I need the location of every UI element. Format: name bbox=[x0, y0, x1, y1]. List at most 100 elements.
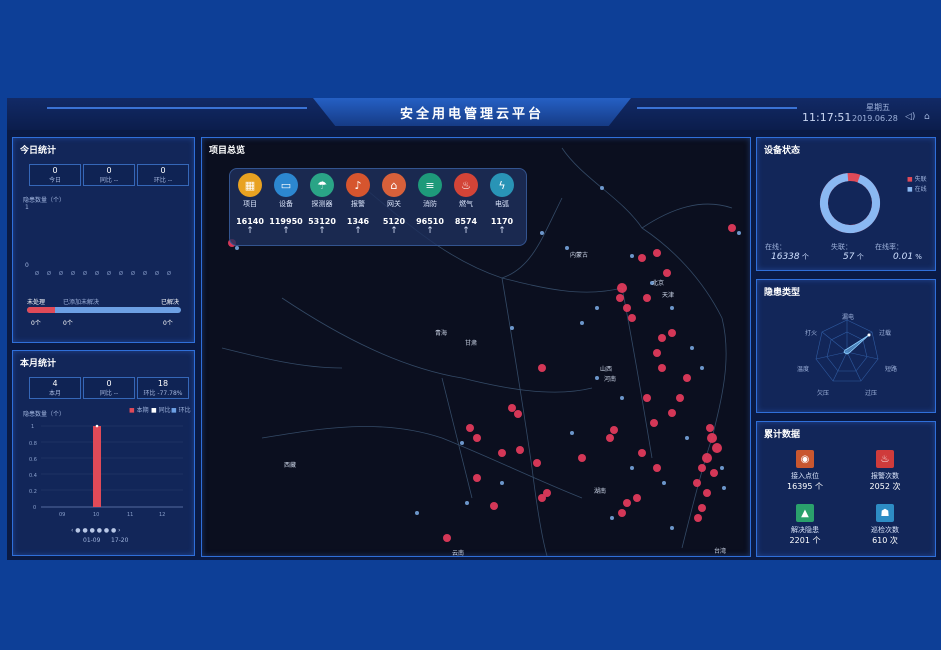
overview-item-gateway[interactable]: ⌂ 网关 5120 ↑ bbox=[376, 173, 412, 236]
month-pager[interactable]: ‹ ● ● ● ● ● ● › bbox=[71, 527, 121, 534]
svg-text:Ø: Ø bbox=[59, 270, 63, 277]
svg-text:Ø: Ø bbox=[107, 270, 111, 277]
count-mid: 0个 bbox=[63, 320, 73, 327]
project-icon: ▦ bbox=[238, 173, 262, 197]
date: 2019.06.28 bbox=[852, 114, 898, 123]
cumulative-item-inspections: ☗ 巡检次数 610 次 bbox=[863, 504, 907, 546]
radar-axis-temperature: 温度 bbox=[797, 366, 810, 373]
radar-point bbox=[867, 333, 871, 337]
svg-text:Ø: Ø bbox=[143, 270, 147, 277]
today-stat-mom: 0 环比 -- bbox=[137, 164, 189, 186]
cumulative-item-access: ◉ 接入点位 16395 个 bbox=[783, 450, 827, 492]
svg-text:Ø: Ø bbox=[155, 270, 159, 277]
overview-item-fire[interactable]: ≡ 消防 96510 ↑ bbox=[412, 173, 448, 236]
svg-text:0.6: 0.6 bbox=[29, 457, 37, 463]
map-label-beijing: 北京 bbox=[652, 280, 665, 287]
radar-series bbox=[843, 334, 870, 355]
status-progress-fill bbox=[27, 307, 55, 313]
radar-axis-overvoltage: 过压 bbox=[865, 390, 878, 397]
status-progress-bar bbox=[27, 307, 181, 313]
overview-title: 项目总览 bbox=[209, 146, 246, 156]
svg-text:0.2: 0.2 bbox=[29, 489, 37, 495]
hazard-type-panel: 隐患类型 漏电 过载 短路 过压 欠压 温度 打火 bbox=[756, 279, 936, 413]
flame-icon: ♨ bbox=[454, 173, 478, 197]
month-chart-title: 隐患数量（个） bbox=[23, 411, 66, 418]
today-y-zero: 0 bbox=[25, 262, 29, 269]
legend-lost: ■ 失联 bbox=[907, 176, 927, 183]
overview-item-device[interactable]: ▭ 设备 119950 ↑ bbox=[268, 173, 304, 236]
month-stat-mom: 18 环比 -77.78% bbox=[137, 377, 189, 399]
map-label-hunan: 湖南 bbox=[594, 488, 607, 495]
cumulative-title: 累计数据 bbox=[764, 430, 801, 440]
online-count: 16338 个 bbox=[771, 252, 809, 262]
month-bar-chart: 1 0.8 0.6 0.4 0.2 0 09 10 11 12 bbox=[29, 424, 183, 517]
map-label-shanxi: 山西 bbox=[600, 366, 613, 373]
legend-online: ■ 在线 bbox=[907, 186, 927, 193]
cumulative-panel: 累计数据 ◉ 接入点位 16395 个 ♨ 报警次数 2052 次 ▲ 解决隐患 2201 … bbox=[756, 421, 936, 557]
month-legend-yoy: ■ 同比 bbox=[151, 407, 171, 414]
svg-text:0.8: 0.8 bbox=[29, 441, 37, 447]
map-label-neimenggu: 内蒙古 bbox=[570, 252, 589, 259]
overview-item-project[interactable]: ▦ 项目 16140 ↑ bbox=[232, 173, 268, 236]
bar-10 bbox=[93, 426, 101, 507]
svg-text:1: 1 bbox=[31, 424, 34, 430]
svg-text:Ø: Ø bbox=[83, 270, 87, 277]
month-range-end: 17-20 bbox=[111, 537, 129, 544]
month-panel: 本月统计 4 本月 0 同比 -- 18 环比 -77.78% 隐患数量（个） ■ 本… bbox=[12, 350, 195, 556]
lightning-icon: ϟ bbox=[490, 173, 514, 197]
month-title: 本月统计 bbox=[20, 359, 57, 369]
overview-item-detector[interactable]: ☂ 探测器 53120 ↑ bbox=[304, 173, 340, 236]
map-label-gansu: 甘肃 bbox=[465, 340, 478, 347]
device-status-title: 设备状态 bbox=[764, 146, 801, 156]
radar-axis-short: 短路 bbox=[885, 366, 898, 373]
warning-icon: ▲ bbox=[796, 504, 814, 522]
overview-item-alarm[interactable]: ♪ 报警 1346 ↑ bbox=[340, 173, 376, 236]
fire-equipment-icon: ≡ bbox=[418, 173, 442, 197]
count-left: 0个 bbox=[31, 320, 41, 327]
today-x-axis: ØØØØØØØØØØØØ bbox=[35, 270, 171, 277]
device-status-panel: 设备状态 ■ 失联 ■ 在线 在线： 失联： 在线率： 16338 个 57 个… bbox=[756, 137, 936, 271]
status-resolved: 已解决 bbox=[161, 299, 180, 306]
overview-item-gas[interactable]: ♨ 燃气 8574 ↑ bbox=[448, 173, 484, 236]
inspector-icon: ☗ bbox=[876, 504, 894, 522]
rate-label: 在线率： bbox=[875, 243, 903, 251]
month-legend-mom: ■ 环比 bbox=[171, 407, 191, 414]
overview-item-arc[interactable]: ϟ 电弧 1170 ↑ bbox=[484, 173, 520, 236]
title-wing-right bbox=[637, 107, 797, 109]
today-chart-title: 隐患数量（个） bbox=[23, 197, 66, 204]
svg-text:0.4: 0.4 bbox=[29, 473, 37, 479]
map-label-yunnan: 云南 bbox=[452, 550, 465, 557]
month-range-start: 01-09 bbox=[83, 537, 101, 544]
hazard-title: 隐患类型 bbox=[764, 288, 801, 298]
svg-text:Ø: Ø bbox=[95, 270, 99, 277]
weekday: 星期五 bbox=[866, 103, 890, 112]
radar-axis-undervoltage: 欠压 bbox=[817, 390, 830, 397]
page-title: 安全用电管理云平台 bbox=[313, 98, 631, 126]
online-rate: 0.01 % bbox=[893, 252, 922, 262]
siren-icon: ♨ bbox=[876, 450, 894, 468]
month-legend-current: ■ 本期 bbox=[129, 407, 149, 414]
online-label: 在线： bbox=[765, 243, 786, 251]
status-processing: 已添加未解决 bbox=[63, 299, 100, 306]
overview-card: ▦ 项目 16140 ↑ ▭ 设备 119950 ↑ ☂ 探测器 53120 ↑ ♪ 报警 1346 ↑… bbox=[229, 168, 527, 246]
bell-icon: ♪ bbox=[346, 173, 370, 197]
month-stat-yoy: 0 同比 -- bbox=[83, 377, 135, 399]
cumulative-item-resolved: ▲ 解决隐患 2201 个 bbox=[783, 504, 827, 546]
speaker-icon[interactable]: ◁) bbox=[905, 112, 915, 122]
dashboard-screen: 安全用电管理云平台 11:17:51 星期五 2019.06.28 ◁) ⌂ 今… bbox=[7, 98, 941, 560]
radar-axis-arc: 打火 bbox=[805, 330, 818, 337]
svg-text:Ø: Ø bbox=[47, 270, 51, 277]
month-stat-current: 4 本月 bbox=[29, 377, 81, 399]
map-label-qinghai: 青海 bbox=[435, 330, 448, 337]
svg-text:Ø: Ø bbox=[119, 270, 123, 277]
cumulative-item-alarms: ♨ 报警次数 2052 次 bbox=[863, 450, 907, 492]
map-panel: 项目总览 内蒙古 天津 北京 青海 甘肃 山西 河南 西藏 湖南 台湾 云南 ▦… bbox=[201, 137, 751, 557]
gateway-icon: ⌂ bbox=[382, 173, 406, 197]
device-icon: ▭ bbox=[274, 173, 298, 197]
home-icon[interactable]: ⌂ bbox=[924, 112, 930, 122]
today-panel: 今日统计 0 今日 0 同比 -- 0 环比 -- 隐患数量（个） 1 0 Ø Ø Ø Ø Ø… bbox=[12, 137, 195, 343]
svg-text:Ø: Ø bbox=[71, 270, 75, 277]
clock: 11:17:51 bbox=[802, 111, 852, 124]
map-label-taiwan: 台湾 bbox=[714, 548, 727, 555]
map-label-tianjin: 天津 bbox=[662, 292, 675, 299]
